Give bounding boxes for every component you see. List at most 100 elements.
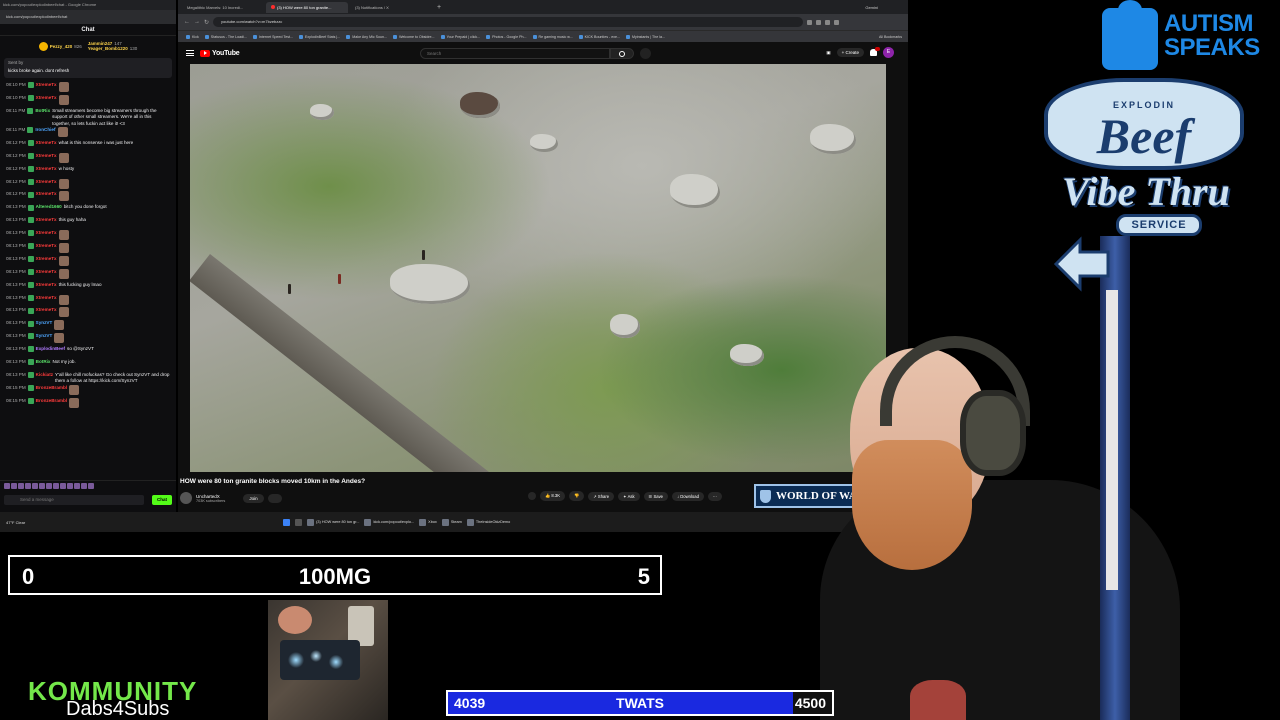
- join-button[interactable]: Join: [243, 493, 264, 503]
- message-username[interactable]: Kickiatz: [36, 372, 53, 378]
- message-username[interactable]: BotRix: [36, 359, 51, 365]
- chat-message[interactable]: 08:13 PM Altered1660 bitch you done forgot: [6, 204, 170, 217]
- chat-message[interactable]: 08:13 PM Kickiatz Y'all like chill mofucka…: [6, 372, 170, 385]
- leader-1[interactable]: Pezzy_420 826: [38, 41, 82, 51]
- emote-icon[interactable]: [53, 483, 59, 489]
- message-username[interactable]: IronChief: [35, 127, 55, 133]
- chat-message[interactable]: 08:12 PM XtremeTx what is this nonsense i …: [6, 140, 170, 153]
- leader-3[interactable]: Yeager_Bomb1220 130: [88, 46, 138, 51]
- tab-megalithic[interactable]: Megalithic Marvels: 10 Incredi...: [182, 2, 264, 13]
- emote-icon[interactable]: [39, 483, 45, 489]
- taskbar-app[interactable]: kick.com/popout/explo...: [364, 518, 414, 526]
- message-username[interactable]: XtremeTx: [36, 243, 57, 249]
- address-bar[interactable]: youtube.com/watch?v=m7bzebzzc: [213, 17, 804, 27]
- message-username[interactable]: XtremeTx: [36, 307, 57, 313]
- emote-icon[interactable]: [81, 483, 87, 489]
- taskbar-app[interactable]: TheInsideOkizDemo: [466, 518, 510, 526]
- emote-icon[interactable]: [4, 483, 10, 489]
- message-username[interactable]: XtremeTx: [36, 140, 57, 146]
- message-username[interactable]: XtremeTx: [36, 95, 57, 101]
- reload-icon[interactable]: ↻: [204, 19, 209, 26]
- more-icon[interactable]: [834, 19, 840, 25]
- youtube-search-input[interactable]: Search: [420, 48, 610, 59]
- chat-message[interactable]: 08:13 PM XtremeTx: [6, 294, 170, 308]
- message-username[interactable]: XtremeTx: [36, 256, 57, 262]
- chat-message[interactable]: 08:13 PM XtremeTx: [6, 307, 170, 320]
- bookmark-item[interactable]: Re gaming music w...: [532, 34, 573, 39]
- message-username[interactable]: XtremeTx: [36, 282, 57, 288]
- bookmark-item[interactable]: Your Prepaid | click...: [440, 34, 480, 39]
- star-icon[interactable]: [816, 19, 822, 25]
- all-bookmarks[interactable]: All Bookmarks: [879, 35, 902, 39]
- message-username[interactable]: XtremeTx: [36, 179, 57, 185]
- chat-message[interactable]: 08:13 PM XtremeTx: [6, 243, 170, 256]
- emote-icon[interactable]: [32, 483, 38, 489]
- message-username[interactable]: SynzVT: [36, 320, 53, 326]
- tab-notifications[interactable]: (3) Notifications / X: [350, 2, 432, 13]
- share-button[interactable]: ↗ Share: [588, 491, 615, 501]
- emote-icon[interactable]: [46, 483, 52, 489]
- message-username[interactable]: XtremeTx: [36, 166, 57, 172]
- chat-message[interactable]: 08:13 PM SynzVT: [6, 320, 170, 333]
- emote-icon[interactable]: [60, 483, 66, 489]
- taskbar-app[interactable]: Steam: [441, 518, 462, 526]
- hamburger-menu-icon[interactable]: [186, 50, 194, 56]
- chat-message[interactable]: 08:12 PM XtremeTx: [6, 152, 170, 166]
- emote-icon[interactable]: [88, 483, 94, 489]
- chat-message[interactable]: 08:13 PM XtremeTx: [6, 230, 170, 243]
- forward-icon[interactable]: →: [194, 19, 200, 25]
- profile-icon[interactable]: [825, 19, 831, 25]
- chat-message[interactable]: 08:13 PM ExplodinBeef so @SynzVT: [6, 346, 170, 359]
- video-player[interactable]: [190, 64, 886, 472]
- chat-message[interactable]: 08:12 PM XtremeTx: [6, 178, 170, 192]
- chat-message[interactable]: 08:13 PM XtremeTx: [6, 268, 170, 282]
- message-username[interactable]: XtremeTx: [36, 230, 57, 236]
- emote-icon[interactable]: [11, 483, 17, 489]
- youtube-logo[interactable]: YouTube: [200, 49, 240, 57]
- pinned-message[interactable]: Sent by kicks broke again. dont refresh: [4, 58, 172, 78]
- subscribed-bell-button[interactable]: [267, 493, 282, 503]
- cast-icon[interactable]: ▣: [826, 50, 830, 56]
- message-username[interactable]: XtremeTx: [36, 269, 57, 275]
- channel-avatar[interactable]: [180, 492, 192, 504]
- message-username[interactable]: XtremeTx: [36, 191, 57, 197]
- like-button[interactable]: 👍 8.3K: [540, 491, 566, 501]
- microphone-icon[interactable]: [640, 48, 651, 59]
- message-username[interactable]: XtremeTx: [36, 153, 57, 159]
- chat-message[interactable]: 08:15 PM BronzeBrambl: [6, 397, 170, 411]
- chat-message-input[interactable]: Send a message: [4, 495, 144, 505]
- ask-button[interactable]: ✦ Ask: [618, 491, 640, 501]
- message-username[interactable]: XtremeTx: [36, 82, 57, 88]
- save-button[interactable]: ☰ Save: [643, 491, 669, 501]
- chat-message[interactable]: 08:13 PM XtremeTx this fucking guy lmao: [6, 282, 170, 295]
- extension-icon[interactable]: [807, 19, 813, 25]
- chat-message[interactable]: 08:12 PM XtremeTx: [6, 191, 170, 204]
- account-avatar[interactable]: E: [883, 47, 894, 58]
- taskbar-app[interactable]: Xbox: [419, 518, 437, 526]
- chat-url-bar[interactable]: kick.com/popout/explodinbeef/chat: [0, 10, 176, 24]
- weather-widget[interactable]: 47°F Clear: [6, 520, 25, 525]
- message-username[interactable]: XtremeTx: [36, 217, 57, 223]
- thanks-icon[interactable]: [528, 492, 536, 500]
- bookmark-item[interactable]: Myinstants | The la...: [626, 34, 665, 39]
- chat-message[interactable]: 08:10 PM XtremeTx: [6, 82, 170, 95]
- chat-message[interactable]: 08:10 PM XtremeTx: [6, 94, 170, 108]
- chat-message[interactable]: 08:13 PM SynzVT: [6, 333, 170, 346]
- dislike-button[interactable]: 👎: [569, 491, 585, 501]
- bookmark-item[interactable]: Make Any Mic Soun...: [346, 34, 387, 39]
- chat-send-button[interactable]: Chat: [152, 495, 172, 505]
- message-username[interactable]: BotRix: [35, 108, 50, 114]
- create-button[interactable]: + Create: [836, 48, 864, 57]
- chat-message[interactable]: 08:11 PM BotRix Small streamers become big…: [6, 108, 170, 127]
- bookmark-item[interactable]: Internet Speed Test...: [252, 34, 293, 39]
- message-username[interactable]: XtremeTx: [36, 295, 57, 301]
- message-username[interactable]: SynzVT: [36, 333, 53, 339]
- chat-message[interactable]: 08:15 PM BronzeBrambl: [6, 384, 170, 398]
- more-actions-icon[interactable]: ⋯: [707, 491, 723, 501]
- chat-message[interactable]: 08:12 PM XtremeTx w hosty: [6, 166, 170, 179]
- notifications-bell-icon[interactable]: [870, 47, 880, 56]
- chat-message[interactable]: 08:13 PM XtremeTx: [6, 255, 170, 269]
- bookmark-item[interactable]: Welcome to Obsidre...: [393, 34, 435, 39]
- emote-icon[interactable]: [18, 483, 24, 489]
- chat-message[interactable]: 08:13 PM BotRix Not my job.: [6, 359, 170, 372]
